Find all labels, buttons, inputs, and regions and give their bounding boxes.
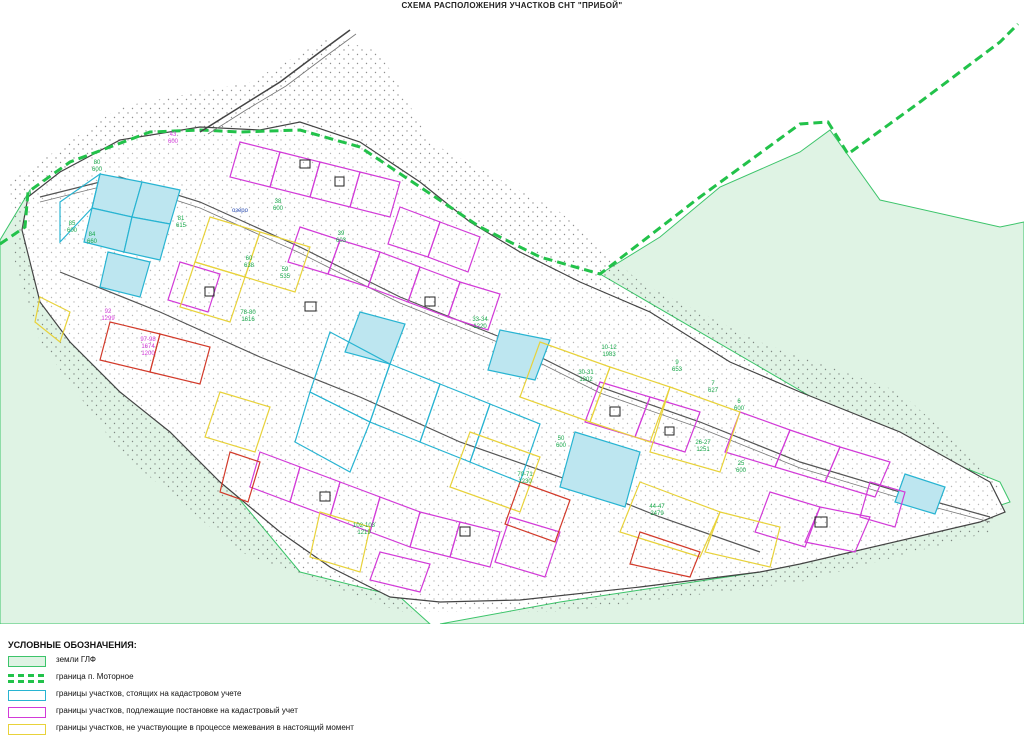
- plot-81-area: 615: [176, 223, 187, 229]
- legend-item-boundary: граница п. Моторное: [8, 670, 568, 687]
- plot-10-12-area: 1983: [602, 352, 616, 358]
- plot-102-103-id: 102-103: [353, 523, 376, 529]
- plot-25-area: 600: [736, 468, 747, 474]
- legend: УСЛОВНЫЕ ОБОЗНАЧЕНИЯ: земли ГЛФ граница …: [8, 640, 568, 738]
- plot-60-area: 638: [244, 263, 255, 269]
- plot-7-area: 627: [708, 388, 719, 394]
- plot-70-71-id: 70-71: [517, 472, 533, 478]
- plot-33-34-id: 33-34: [472, 317, 488, 323]
- plot-6-area: 600: [734, 406, 745, 412]
- plot-50-area: 600: [556, 443, 567, 449]
- plot-80-area: 600: [92, 167, 103, 173]
- plot-59-area: 535: [280, 274, 291, 280]
- lake-label: озеро: [232, 208, 249, 214]
- plot-9-area: 653: [672, 367, 683, 373]
- plot-1200-area: 1200: [141, 351, 155, 357]
- plot-85-id: 85: [69, 221, 76, 227]
- plot-97-98-area: 1674: [141, 344, 155, 350]
- plot-30-31-area: 1302: [579, 377, 593, 383]
- plot-44-47-area: 2479: [650, 511, 664, 517]
- legend-item-not-participating-label: границы участков, не участвующие в проце…: [56, 723, 354, 732]
- plot-39-id: 39: [338, 231, 345, 237]
- plot-70-71-area: 1230: [518, 479, 532, 485]
- plot-92-area: 1299: [101, 316, 115, 322]
- plot-44-47-id: 44-47: [649, 504, 665, 510]
- plot-50-id: 50: [558, 436, 565, 442]
- plot-60-id: 60: [246, 256, 253, 262]
- legend-item-boundary-label: граница п. Моторное: [56, 672, 134, 681]
- plot-84-area: 660: [87, 239, 98, 245]
- glf-swatch-icon: [8, 656, 46, 667]
- plot-85-area: 600: [67, 228, 78, 234]
- plot-30-31-id: 30-31: [578, 370, 594, 376]
- legend-item-pending: границы участков, подлежащие постановке …: [8, 704, 568, 721]
- legend-item-glf: земли ГЛФ: [8, 653, 568, 670]
- cadastral-swatch-icon: [8, 690, 46, 701]
- plot-39-area: 603: [336, 238, 347, 244]
- legend-item-pending-label: границы участков, подлежащие постановке …: [56, 706, 298, 715]
- plot-43-area: 600: [168, 139, 179, 145]
- legend-item-glf-label: земли ГЛФ: [56, 655, 97, 664]
- dashed-boundary-swatch-icon: [8, 674, 44, 683]
- plot-92-id: 92: [105, 309, 112, 315]
- plot-102-103-area: 1219: [357, 530, 371, 536]
- plot-38-id: 38: [275, 199, 282, 205]
- plot-59-id: 59: [282, 267, 289, 273]
- plot-80-id: 80: [94, 160, 101, 166]
- plot-33-34-area: 1220: [473, 324, 487, 330]
- plot-84-id: 84: [89, 232, 96, 238]
- plot-26-27-area: 1251: [696, 447, 710, 453]
- plot-43-id: 43: [170, 132, 177, 138]
- legend-item-cadastral-label: границы участков, стоящих на кадастровом…: [56, 689, 242, 698]
- plot-81-id: 81: [178, 216, 185, 222]
- legend-item-cadastral: границы участков, стоящих на кадастровом…: [8, 687, 568, 704]
- site-plan-map[interactable]: озеро 43 600 80 600 85 600 84 660 81 615…: [0, 12, 1024, 624]
- legend-item-not-participating: границы участков, не участвующие в проце…: [8, 721, 568, 738]
- plot-78-80-id: 78-80: [240, 310, 256, 316]
- plot-78-80-area: 1616: [241, 317, 255, 323]
- not-participating-swatch-icon: [8, 724, 46, 735]
- plot-10-12-id: 10-12: [601, 345, 617, 351]
- plot-97-98-id: 97-98: [140, 337, 156, 343]
- plot-26-27-id: 26-27: [695, 440, 711, 446]
- map-title: СХЕМА РАСПОЛОЖЕНИЯ УЧАСТКОВ СНТ "ПРИБОЙ": [401, 1, 623, 10]
- plot-25-id: 25: [738, 461, 745, 467]
- legend-heading: УСЛОВНЫЕ ОБОЗНАЧЕНИЯ:: [8, 640, 137, 650]
- plot-38-area: 600: [273, 206, 284, 212]
- pending-swatch-icon: [8, 707, 46, 718]
